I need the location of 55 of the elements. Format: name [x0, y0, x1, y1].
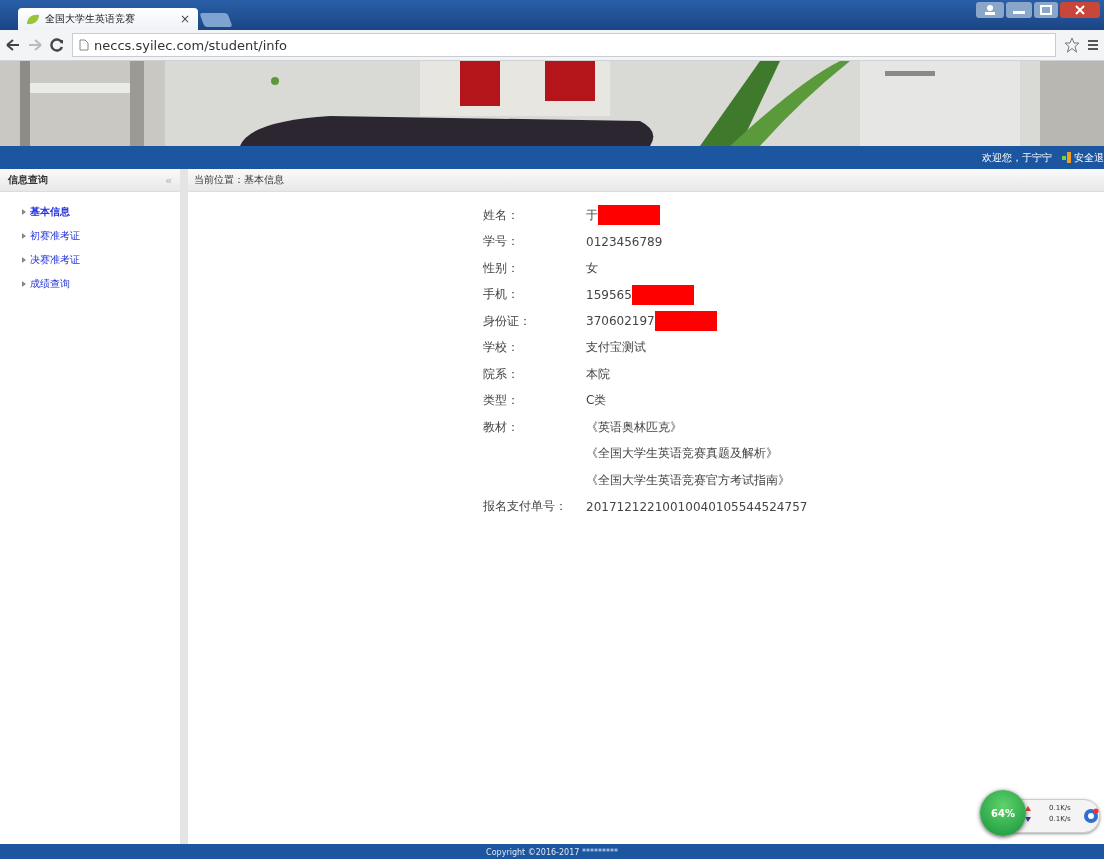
- bullet-icon: [22, 209, 26, 215]
- minimize-icon[interactable]: [1006, 2, 1032, 18]
- close-icon[interactable]: [1060, 2, 1100, 18]
- field-value: 于: [586, 207, 598, 222]
- copyright-text: Copyright ©2016-2017 *********: [486, 847, 618, 857]
- leaf-icon: [26, 13, 40, 25]
- back-icon[interactable]: [6, 39, 20, 51]
- maximize-icon[interactable]: [1034, 2, 1058, 18]
- browser-tab[interactable]: 全国大学生英语竞赛 ×: [18, 8, 198, 30]
- sidebar-item[interactable]: 成绩查询: [30, 277, 70, 291]
- field-label: 手机：: [483, 287, 519, 302]
- field-label: 类型：: [483, 393, 519, 408]
- field-label: 学号：: [483, 234, 519, 249]
- field-value: 20171212210010040105544524757: [586, 499, 808, 514]
- address-bar[interactable]: neccs.syilec.com/student/info: [72, 33, 1056, 57]
- star-icon[interactable]: [1064, 37, 1080, 53]
- breadcrumb: 当前位置：基本信息: [188, 169, 1104, 192]
- new-tab-button[interactable]: [199, 13, 233, 27]
- url-text: neccs.syilec.com/student/info: [94, 37, 287, 53]
- field-label: 学校：: [483, 340, 519, 355]
- bullet-icon: [22, 257, 26, 263]
- bullet-icon: [22, 281, 26, 287]
- field-label: 报名支付单号：: [483, 499, 567, 514]
- user-icon[interactable]: [976, 2, 1004, 18]
- field-value: 《英语奥林匹克》: [586, 419, 682, 434]
- bullet-icon: [22, 233, 26, 239]
- field-label: 姓名：: [483, 207, 519, 222]
- tab-title: 全国大学生英语竞赛: [45, 12, 136, 26]
- reload-icon[interactable]: [50, 38, 64, 52]
- field-value: 支付宝测试: [586, 340, 646, 355]
- field-label: 院系：: [483, 366, 519, 381]
- tab-close-button[interactable]: ×: [179, 12, 190, 26]
- field-value: 女: [586, 260, 598, 275]
- sidebar-item[interactable]: 初赛准考证: [30, 229, 80, 243]
- menu-icon[interactable]: [1088, 39, 1098, 51]
- welcome-text: 欢迎您，于宁宁: [982, 150, 1052, 165]
- sidebar-item[interactable]: 决赛准考证: [30, 253, 80, 267]
- exit-icon: [1062, 152, 1071, 163]
- sidebar-title: 信息查询: [8, 173, 48, 187]
- up-arrow-icon: [1025, 805, 1031, 811]
- field-value: 0123456789: [586, 234, 663, 249]
- page-icon: [79, 39, 89, 51]
- field-value: 本院: [586, 366, 610, 381]
- field-value: 《全国大学生英语竞赛真题及解析》: [586, 446, 778, 461]
- field-value: 370602197: [586, 313, 655, 328]
- logout-link[interactable]: 安全退: [1062, 150, 1104, 165]
- field-label: 身份证：: [483, 313, 531, 328]
- field-value: 159565: [586, 287, 632, 302]
- sidebar-item[interactable]: 基本信息: [30, 205, 70, 219]
- field-label: 性别：: [483, 260, 519, 275]
- down-arrow-icon: [1025, 816, 1031, 822]
- field-value: 《全国大学生英语竞赛官方考试指南》: [586, 472, 790, 487]
- field-label: 教材：: [483, 419, 519, 434]
- boost-icon[interactable]: [1083, 808, 1099, 824]
- field-value: C类: [586, 393, 607, 408]
